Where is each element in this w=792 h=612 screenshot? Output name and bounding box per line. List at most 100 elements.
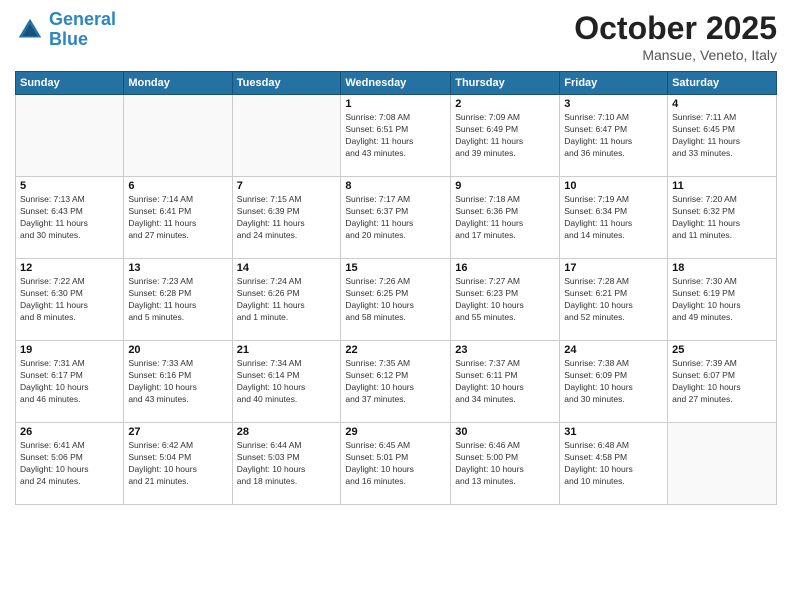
calendar-cell: 12 Sunrise: 7:22 AM Sunset: 6:30 PM Dayli… — [16, 259, 124, 341]
day-number: 16 — [455, 262, 555, 274]
calendar-cell: 21 Sunrise: 7:34 AM Sunset: 6:14 PM Dayli… — [232, 341, 341, 423]
day-info: Sunrise: 7:38 AM Sunset: 6:09 PM Dayligh… — [564, 358, 663, 406]
day-number: 19 — [20, 344, 119, 356]
calendar-cell: 15 Sunrise: 7:26 AM Sunset: 6:25 PM Dayli… — [341, 259, 451, 341]
day-number: 21 — [237, 344, 337, 356]
header-friday: Friday — [560, 72, 668, 95]
day-number: 25 — [672, 344, 772, 356]
day-info: Sunrise: 7:31 AM Sunset: 6:17 PM Dayligh… — [20, 358, 119, 406]
calendar-cell: 22 Sunrise: 7:35 AM Sunset: 6:12 PM Dayli… — [341, 341, 451, 423]
calendar-table: Sunday Monday Tuesday Wednesday Thursday… — [15, 71, 777, 505]
day-info: Sunrise: 7:19 AM Sunset: 6:34 PM Dayligh… — [564, 194, 663, 242]
day-info: Sunrise: 7:24 AM Sunset: 6:26 PM Dayligh… — [237, 276, 337, 324]
day-number: 17 — [564, 262, 663, 274]
calendar-cell: 4 Sunrise: 7:11 AM Sunset: 6:45 PM Daylig… — [668, 95, 777, 177]
day-number: 3 — [564, 98, 663, 110]
location-subtitle: Mansue, Veneto, Italy — [574, 47, 777, 63]
day-info: Sunrise: 7:13 AM Sunset: 6:43 PM Dayligh… — [20, 194, 119, 242]
page-container: General Blue October 2025 Mansue, Veneto… — [0, 0, 792, 515]
calendar-cell: 16 Sunrise: 7:27 AM Sunset: 6:23 PM Dayli… — [451, 259, 560, 341]
calendar-cell: 17 Sunrise: 7:28 AM Sunset: 6:21 PM Dayli… — [560, 259, 668, 341]
day-number: 8 — [345, 180, 446, 192]
calendar-cell: 30 Sunrise: 6:46 AM Sunset: 5:00 PM Dayli… — [451, 423, 560, 505]
day-info: Sunrise: 7:28 AM Sunset: 6:21 PM Dayligh… — [564, 276, 663, 324]
day-number: 31 — [564, 426, 663, 438]
day-info: Sunrise: 6:41 AM Sunset: 5:06 PM Dayligh… — [20, 440, 119, 488]
logo-text: General Blue — [49, 10, 116, 50]
calendar-cell — [232, 95, 341, 177]
header-wednesday: Wednesday — [341, 72, 451, 95]
day-info: Sunrise: 7:18 AM Sunset: 6:36 PM Dayligh… — [455, 194, 555, 242]
day-number: 5 — [20, 180, 119, 192]
calendar-cell: 23 Sunrise: 7:37 AM Sunset: 6:11 PM Dayli… — [451, 341, 560, 423]
day-number: 2 — [455, 98, 555, 110]
day-info: Sunrise: 6:45 AM Sunset: 5:01 PM Dayligh… — [345, 440, 446, 488]
calendar-cell: 11 Sunrise: 7:20 AM Sunset: 6:32 PM Dayli… — [668, 177, 777, 259]
day-info: Sunrise: 7:08 AM Sunset: 6:51 PM Dayligh… — [345, 112, 446, 160]
day-number: 23 — [455, 344, 555, 356]
calendar-cell: 31 Sunrise: 6:48 AM Sunset: 4:58 PM Dayli… — [560, 423, 668, 505]
day-number: 20 — [128, 344, 227, 356]
day-number: 24 — [564, 344, 663, 356]
day-info: Sunrise: 7:39 AM Sunset: 6:07 PM Dayligh… — [672, 358, 772, 406]
calendar-cell: 19 Sunrise: 7:31 AM Sunset: 6:17 PM Dayli… — [16, 341, 124, 423]
calendar-cell — [668, 423, 777, 505]
calendar-cell: 1 Sunrise: 7:08 AM Sunset: 6:51 PM Daylig… — [341, 95, 451, 177]
day-number: 6 — [128, 180, 227, 192]
day-number: 29 — [345, 426, 446, 438]
calendar-cell: 8 Sunrise: 7:17 AM Sunset: 6:37 PM Daylig… — [341, 177, 451, 259]
month-title: October 2025 — [574, 10, 777, 47]
day-number: 22 — [345, 344, 446, 356]
calendar-cell: 29 Sunrise: 6:45 AM Sunset: 5:01 PM Dayli… — [341, 423, 451, 505]
day-number: 11 — [672, 180, 772, 192]
calendar-cell: 14Sunrise: 7:24 AM Sunset: 6:26 PM Dayli… — [232, 259, 341, 341]
day-info: Sunrise: 7:22 AM Sunset: 6:30 PM Dayligh… — [20, 276, 119, 324]
calendar-cell: 20Sunrise: 7:33 AM Sunset: 6:16 PM Dayli… — [124, 341, 232, 423]
weekday-header-row: Sunday Monday Tuesday Wednesday Thursday… — [16, 72, 777, 95]
calendar-cell: 7Sunrise: 7:15 AM Sunset: 6:39 PM Daylig… — [232, 177, 341, 259]
day-number: 1 — [345, 98, 446, 110]
page-header: General Blue October 2025 Mansue, Veneto… — [15, 10, 777, 63]
calendar-week-row: 1 Sunrise: 7:08 AM Sunset: 6:51 PM Daylig… — [16, 95, 777, 177]
day-info: Sunrise: 7:35 AM Sunset: 6:12 PM Dayligh… — [345, 358, 446, 406]
day-number: 28 — [237, 426, 337, 438]
calendar-week-row: 19 Sunrise: 7:31 AM Sunset: 6:17 PM Dayli… — [16, 341, 777, 423]
day-info: Sunrise: 7:09 AM Sunset: 6:49 PM Dayligh… — [455, 112, 555, 160]
day-number: 30 — [455, 426, 555, 438]
day-info: Sunrise: 7:20 AM Sunset: 6:32 PM Dayligh… — [672, 194, 772, 242]
calendar-cell — [124, 95, 232, 177]
day-info: Sunrise: 7:26 AM Sunset: 6:25 PM Dayligh… — [345, 276, 446, 324]
day-number: 18 — [672, 262, 772, 274]
day-info: Sunrise: 7:30 AM Sunset: 6:19 PM Dayligh… — [672, 276, 772, 324]
logo: General Blue — [15, 10, 116, 50]
day-info: Sunrise: 7:17 AM Sunset: 6:37 PM Dayligh… — [345, 194, 446, 242]
calendar-cell: 2 Sunrise: 7:09 AM Sunset: 6:49 PM Daylig… — [451, 95, 560, 177]
calendar-cell: 9Sunrise: 7:18 AM Sunset: 6:36 PM Daylig… — [451, 177, 560, 259]
day-info: Sunrise: 6:44 AM Sunset: 5:03 PM Dayligh… — [237, 440, 337, 488]
day-info: Sunrise: 7:27 AM Sunset: 6:23 PM Dayligh… — [455, 276, 555, 324]
day-info: Sunrise: 6:48 AM Sunset: 4:58 PM Dayligh… — [564, 440, 663, 488]
calendar-cell: 28 Sunrise: 6:44 AM Sunset: 5:03 PM Dayli… — [232, 423, 341, 505]
day-number: 15 — [345, 262, 446, 274]
day-number: 13 — [128, 262, 227, 274]
day-info: Sunrise: 6:42 AM Sunset: 5:04 PM Dayligh… — [128, 440, 227, 488]
day-info: Sunrise: 7:37 AM Sunset: 6:11 PM Dayligh… — [455, 358, 555, 406]
day-number: 7 — [237, 180, 337, 192]
day-info: Sunrise: 7:11 AM Sunset: 6:45 PM Dayligh… — [672, 112, 772, 160]
day-info: Sunrise: 6:46 AM Sunset: 5:00 PM Dayligh… — [455, 440, 555, 488]
day-info: Sunrise: 7:14 AM Sunset: 6:41 PM Dayligh… — [128, 194, 227, 242]
calendar-cell: 6 Sunrise: 7:14 AM Sunset: 6:41 PM Daylig… — [124, 177, 232, 259]
calendar-cell: 26 Sunrise: 6:41 AM Sunset: 5:06 PM Dayli… — [16, 423, 124, 505]
calendar-cell — [16, 95, 124, 177]
day-number: 26 — [20, 426, 119, 438]
day-number: 4 — [672, 98, 772, 110]
header-tuesday: Tuesday — [232, 72, 341, 95]
day-info: Sunrise: 7:23 AM Sunset: 6:28 PM Dayligh… — [128, 276, 227, 324]
day-info: Sunrise: 7:10 AM Sunset: 6:47 PM Dayligh… — [564, 112, 663, 160]
day-info: Sunrise: 7:34 AM Sunset: 6:14 PM Dayligh… — [237, 358, 337, 406]
day-number: 12 — [20, 262, 119, 274]
calendar-week-row: 5 Sunrise: 7:13 AM Sunset: 6:43 PM Daylig… — [16, 177, 777, 259]
calendar-cell: 5 Sunrise: 7:13 AM Sunset: 6:43 PM Daylig… — [16, 177, 124, 259]
header-monday: Monday — [124, 72, 232, 95]
logo-icon — [15, 15, 45, 45]
